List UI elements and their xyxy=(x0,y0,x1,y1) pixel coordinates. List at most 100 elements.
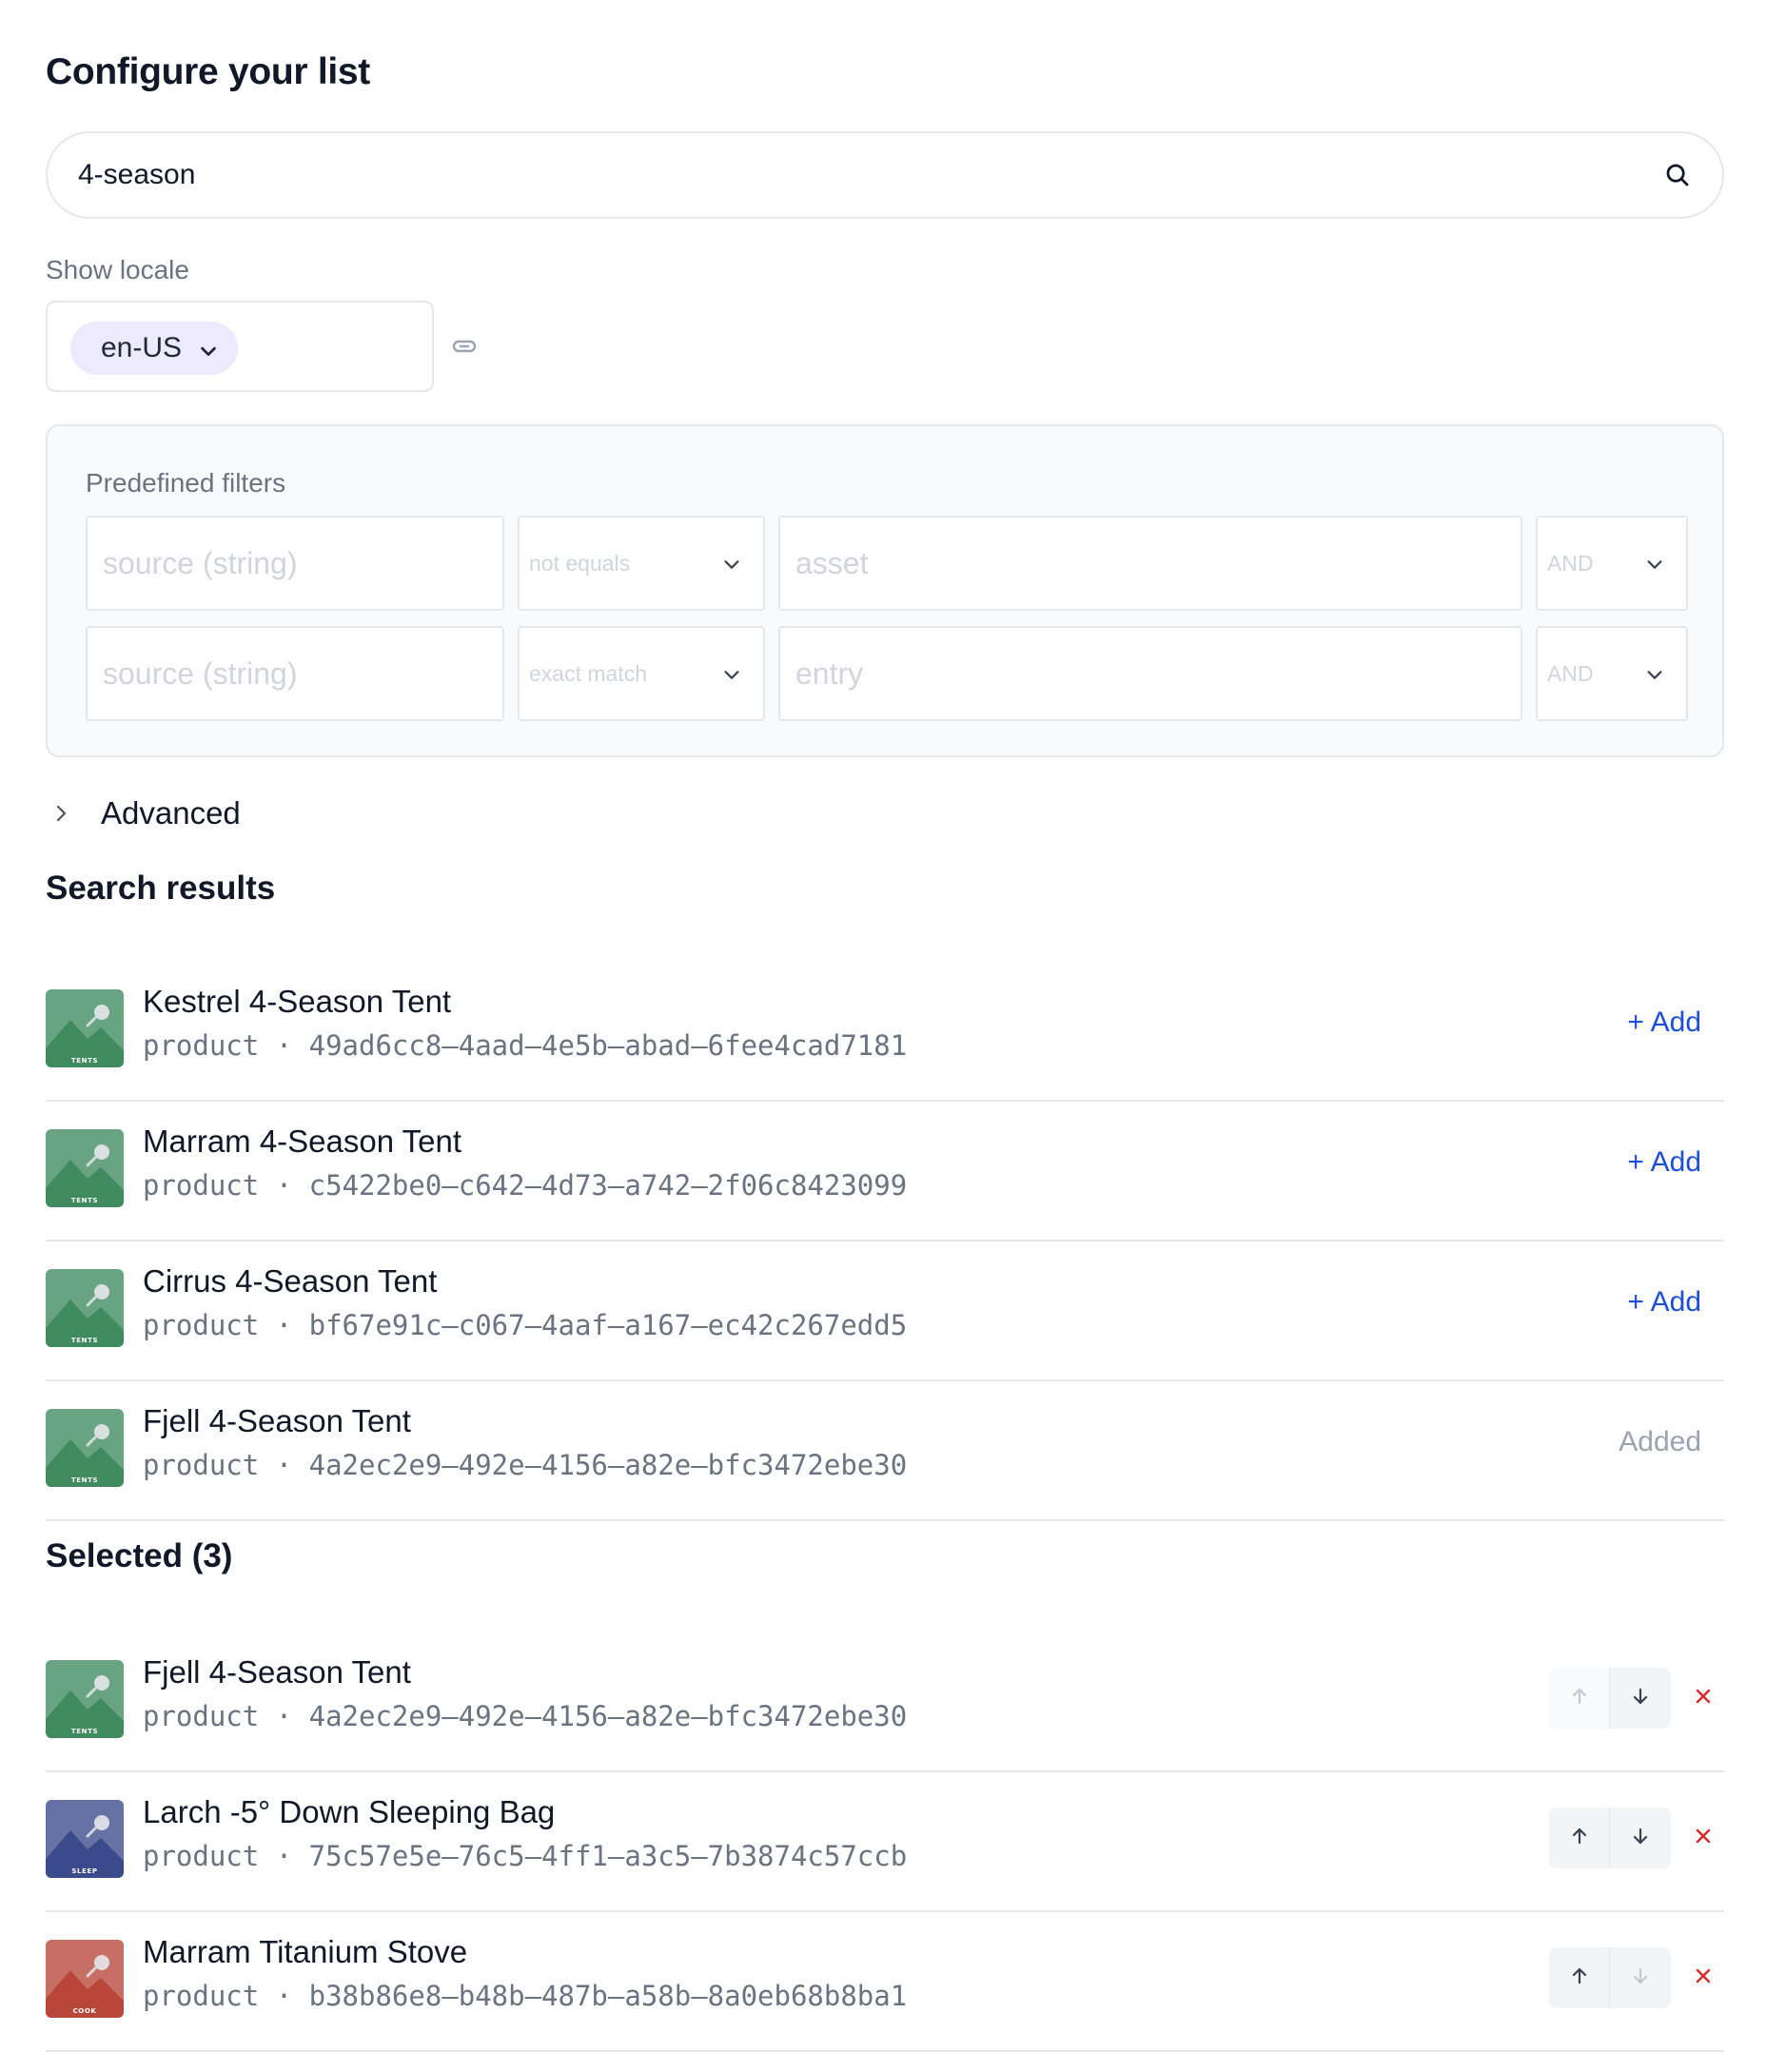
search-icon[interactable] xyxy=(1663,161,1692,189)
list-item: TENTS Marram 4-Season Tent product · c5422… xyxy=(46,1103,1724,1241)
product-thumbnail: TENTS xyxy=(46,1129,124,1207)
reorder-controls xyxy=(1549,1808,1671,1868)
predefined-filters-panel: Predefined filters source (string) not e… xyxy=(46,424,1724,757)
move-down-button[interactable] xyxy=(1610,1668,1671,1729)
svg-text:TENTS: TENTS xyxy=(71,1476,98,1484)
product-thumbnail: TENTS xyxy=(46,1660,124,1738)
list-item: TENTS Fjell 4-Season Tent product · 4a2ec2… xyxy=(46,1382,1724,1521)
search-input[interactable]: 4-season xyxy=(46,131,1724,219)
selected-title: Selected (3) xyxy=(46,1537,233,1574)
chevron-right-icon xyxy=(49,802,72,825)
filter-value-input[interactable]: asset xyxy=(778,516,1522,611)
item-id: 4a2ec2e9–492e–4156–a82e–bfc3472ebe30 xyxy=(308,1449,908,1481)
filter-logic-select[interactable]: AND xyxy=(1536,516,1688,611)
arrow-up-icon xyxy=(1568,1825,1591,1852)
filter-logic-value: AND xyxy=(1547,550,1594,576)
item-meta: product · 4a2ec2e9–492e–4156–a82e–bfc347… xyxy=(143,1449,907,1481)
configure-list-page: Configure your list 4-season Show locale… xyxy=(0,0,1766,2072)
move-up-button[interactable] xyxy=(1549,1808,1610,1868)
item-name: Fjell 4-Season Tent xyxy=(143,1654,411,1690)
chevron-down-icon xyxy=(721,664,742,685)
move-up-button[interactable] xyxy=(1549,1947,1610,2008)
add-button[interactable]: + Add xyxy=(1627,1286,1701,1319)
item-separator: · xyxy=(275,1169,293,1202)
item-meta: product · c5422be0–c642–4d73–a742–2f06c8… xyxy=(143,1169,907,1202)
filter-row: source (string) exact match entry AND xyxy=(86,626,1688,721)
arrow-up-icon xyxy=(1568,1964,1591,1992)
svg-text:TENTS: TENTS xyxy=(71,1728,98,1735)
filter-field-input[interactable]: source (string) xyxy=(86,516,504,611)
advanced-toggle[interactable]: Advanced xyxy=(46,792,241,835)
predefined-filters-label: Predefined filters xyxy=(86,468,286,498)
item-id: 4a2ec2e9–492e–4156–a82e–bfc3472ebe30 xyxy=(308,1700,908,1732)
chevron-down-icon xyxy=(198,337,219,358)
svg-text:TENTS: TENTS xyxy=(71,1057,98,1065)
remove-button[interactable] xyxy=(1688,1683,1718,1713)
item-id: bf67e91c–c067–4aaf–a167–ec42c267edd5 xyxy=(308,1309,908,1341)
list-item: COOK Marram Titanium Stove product · b38b8… xyxy=(46,1913,1724,2052)
chevron-down-icon xyxy=(1644,554,1665,575)
item-separator: · xyxy=(275,1309,293,1341)
item-name: Marram 4-Season Tent xyxy=(143,1124,462,1159)
product-thumbnail: TENTS xyxy=(46,1269,124,1347)
item-name: Larch -5° Down Sleeping Bag xyxy=(143,1794,556,1829)
item-separator: · xyxy=(275,1449,293,1481)
product-thumbnail: COOK xyxy=(46,1940,124,2018)
filter-operator-value: not equals xyxy=(529,550,631,576)
item-type: product xyxy=(143,1029,260,1062)
item-id: b38b86e8–b48b–487b–a58b–8a0eb68b8ba1 xyxy=(308,1980,908,2012)
item-type: product xyxy=(143,1449,260,1481)
filter-field-input[interactable]: source (string) xyxy=(86,626,504,721)
locale-select-value: en-US xyxy=(101,332,183,363)
item-meta: product · 75c57e5e–76c5–4ff1–a3c5–7b3874… xyxy=(143,1840,907,1872)
remove-button[interactable] xyxy=(1688,1963,1718,1993)
list-item: TENTS Cirrus 4-Season Tent product · bf67e… xyxy=(46,1242,1724,1381)
item-type: product xyxy=(143,1840,260,1872)
list-item: TENTS Fjell 4-Season Tent product · 4a2ec2… xyxy=(46,1633,1724,1772)
product-thumbnail: SLEEP xyxy=(46,1800,124,1878)
item-type: product xyxy=(143,1169,260,1202)
item-type: product xyxy=(143,1980,260,2012)
item-id: 49ad6cc8–4aad–4e5b–abad–6fee4cad7181 xyxy=(308,1029,908,1062)
product-thumbnail: TENTS xyxy=(46,1409,124,1487)
add-button[interactable]: + Add xyxy=(1627,1146,1701,1179)
svg-text:TENTS: TENTS xyxy=(71,1197,98,1204)
item-type: product xyxy=(143,1700,260,1732)
item-id: c5422be0–c642–4d73–a742–2f06c8423099 xyxy=(308,1169,908,1202)
item-name: Kestrel 4-Season Tent xyxy=(143,984,452,1019)
arrow-down-icon xyxy=(1629,1825,1652,1852)
page-title: Configure your list xyxy=(46,51,370,92)
locale-select[interactable]: en-US xyxy=(70,322,238,375)
move-up-button[interactable] xyxy=(1549,1668,1610,1729)
item-meta: product · 49ad6cc8–4aad–4e5b–abad–6fee4c… xyxy=(143,1029,907,1062)
close-icon xyxy=(1695,1828,1712,1849)
item-meta: product · bf67e91c–c067–4aaf–a167–ec42c2… xyxy=(143,1309,907,1341)
item-separator: · xyxy=(275,1029,293,1062)
item-name: Marram Titanium Stove xyxy=(143,1934,468,1969)
item-separator: · xyxy=(275,1980,293,2012)
filter-value-input[interactable]: entry xyxy=(778,626,1522,721)
search-input-value[interactable]: 4-season xyxy=(78,159,1663,191)
filter-logic-select[interactable]: AND xyxy=(1536,626,1688,721)
filter-logic-value: AND xyxy=(1547,660,1594,686)
item-meta: product · b38b86e8–b48b–487b–a58b–8a0eb6… xyxy=(143,1980,907,2012)
move-down-button[interactable] xyxy=(1610,1808,1671,1868)
filter-operator-select[interactable]: not equals xyxy=(518,516,765,611)
search-results-title: Search results xyxy=(46,870,276,907)
item-type: product xyxy=(143,1309,260,1341)
chevron-down-icon xyxy=(1644,664,1665,685)
remove-button[interactable] xyxy=(1688,1823,1718,1853)
move-down-button[interactable] xyxy=(1610,1947,1671,2008)
arrow-down-icon xyxy=(1629,1964,1652,1992)
added-status: Added xyxy=(1619,1426,1701,1457)
add-button[interactable]: + Add xyxy=(1627,1007,1701,1039)
item-separator: · xyxy=(275,1700,293,1732)
list-item: SLEEP Larch -5° Down Sleeping Bag product … xyxy=(46,1773,1724,1912)
reorder-controls xyxy=(1549,1668,1671,1729)
chevron-down-icon xyxy=(721,554,742,575)
locale-label: Show locale xyxy=(46,255,189,284)
svg-text:COOK: COOK xyxy=(73,2007,97,2015)
link-icon[interactable] xyxy=(451,335,478,358)
filter-operator-select[interactable]: exact match xyxy=(518,626,765,721)
locale-select-box: en-US xyxy=(46,301,434,392)
